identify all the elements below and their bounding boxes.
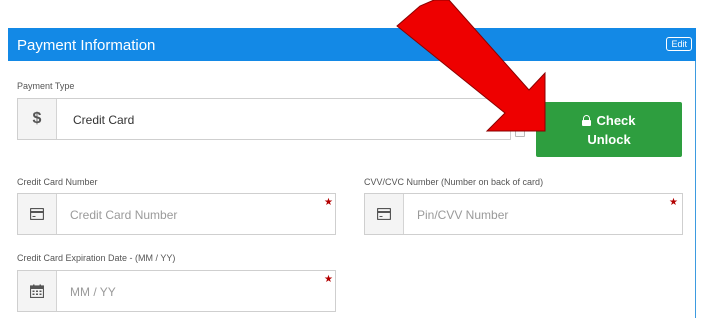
card-number-placeholder: Credit Card Number <box>70 208 178 222</box>
check-button-line1: Check <box>596 113 636 128</box>
cvv-input[interactable]: Pin/CVV Number ★ <box>364 193 683 235</box>
payment-type-value: Credit Card <box>73 113 135 127</box>
lock-icon <box>582 115 592 126</box>
credit-card-icon <box>365 194 404 234</box>
panel-border <box>695 60 696 318</box>
required-star-icon: ★ <box>324 197 333 208</box>
card-number-label: Credit Card Number <box>17 177 98 187</box>
expiration-label: Credit Card Expiration Date - (MM / YY) <box>17 253 176 263</box>
check-button-line2: Unlock <box>587 132 631 147</box>
calendar-icon <box>18 271 57 311</box>
required-star-icon: ★ <box>324 274 333 285</box>
expiration-placeholder: MM / YY <box>70 285 116 299</box>
dollar-icon: $ <box>18 99 57 139</box>
required-star-icon: ★ <box>669 197 678 208</box>
card-number-input[interactable]: Credit Card Number ★ <box>17 193 336 235</box>
edit-button[interactable]: Edit <box>666 37 692 51</box>
chevron-down-icon[interactable] <box>515 109 525 137</box>
payment-panel: Payment Information Edit Payment Type $ … <box>0 0 701 318</box>
expiration-input[interactable]: MM / YY ★ <box>17 270 336 312</box>
panel-header: Payment Information Edit <box>8 28 696 61</box>
payment-type-label: Payment Type <box>17 81 75 91</box>
credit-card-icon <box>18 194 57 234</box>
cvv-label: CVV/CVC Number (Number on back of card) <box>364 177 544 187</box>
panel-title: Payment Information <box>17 37 156 54</box>
check-unlock-button[interactable]: Check Unlock <box>536 102 682 157</box>
payment-type-select[interactable]: $ Credit Card <box>17 98 525 140</box>
cvv-placeholder: Pin/CVV Number <box>417 208 509 222</box>
